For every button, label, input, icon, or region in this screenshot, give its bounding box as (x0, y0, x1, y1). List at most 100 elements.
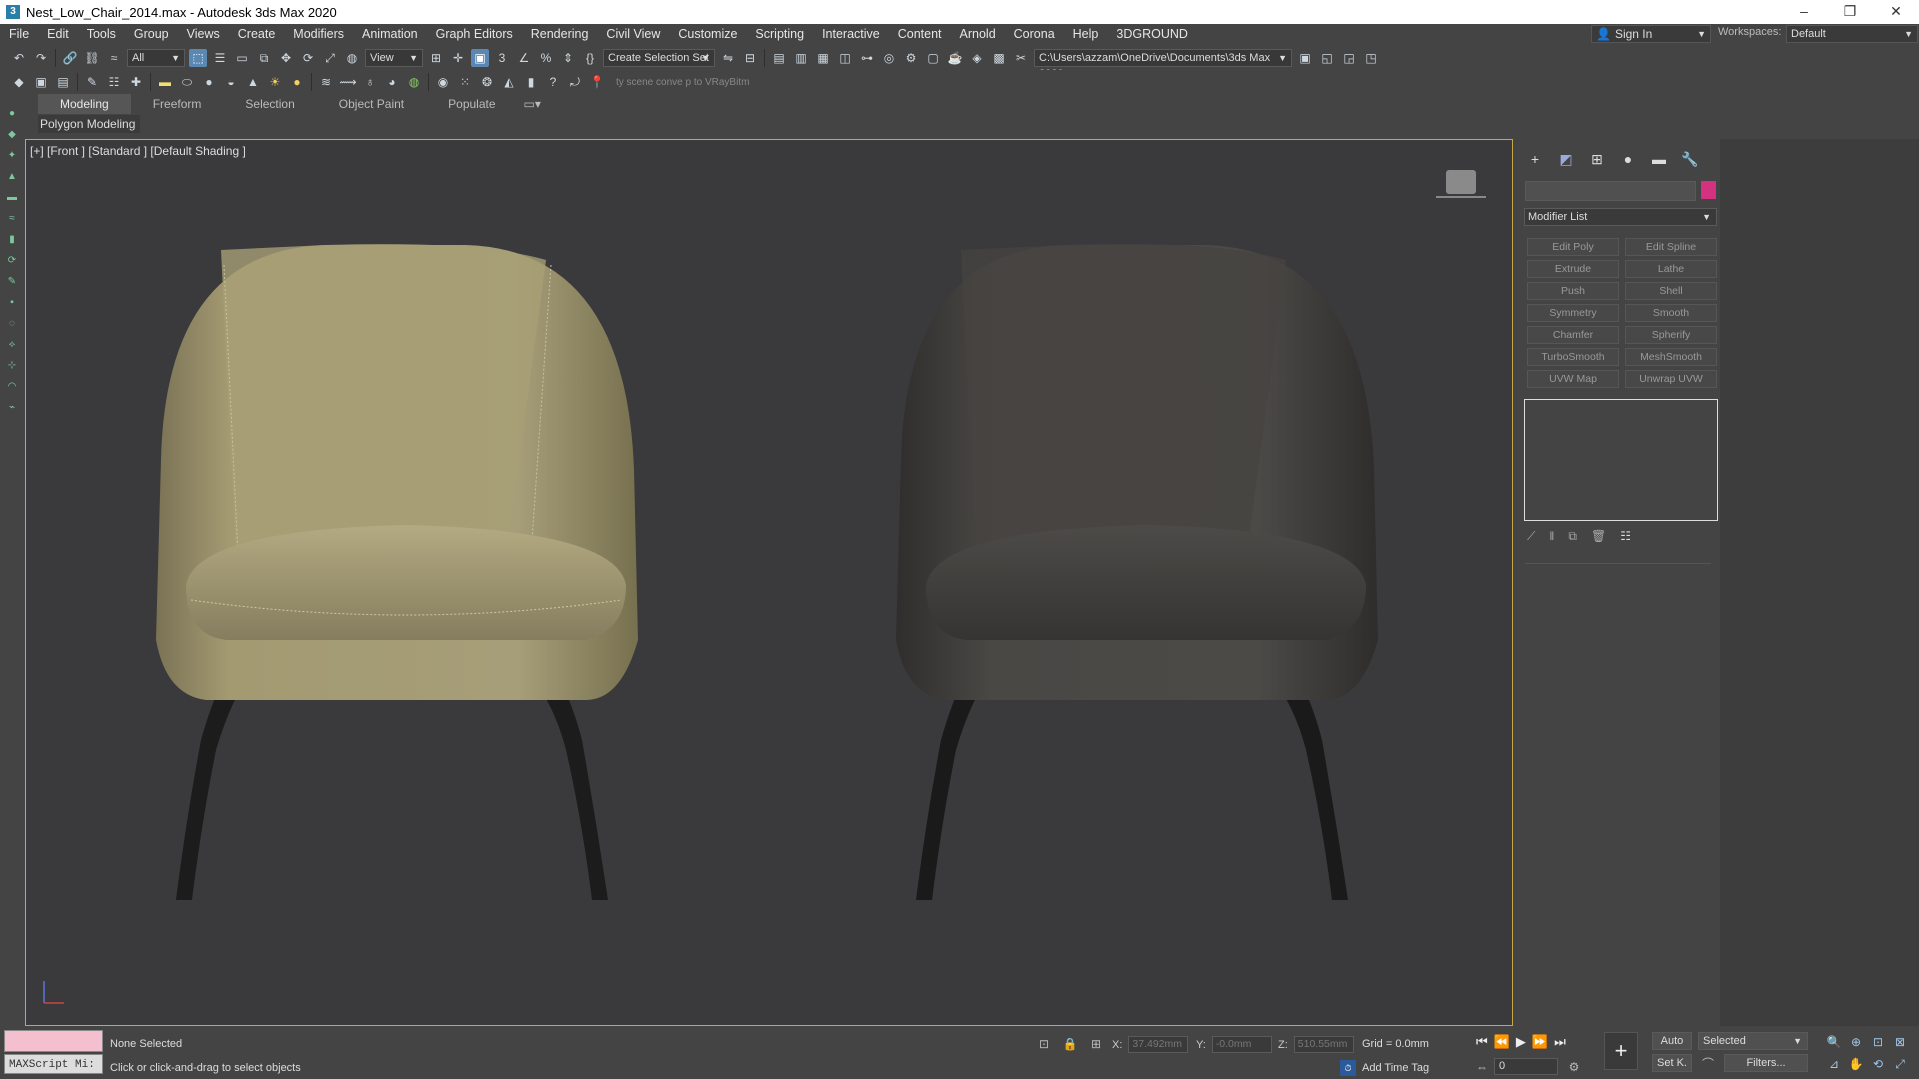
undo-icon[interactable]: ↶ (10, 49, 28, 67)
add-time-tag[interactable]: ⏱ Add Time Tag (1340, 1060, 1429, 1076)
percent-snap-icon[interactable]: % (537, 49, 555, 67)
object-name-field[interactable] (1525, 181, 1696, 201)
time-config-icon[interactable]: ⚙ (1566, 1059, 1582, 1075)
rect-selection-icon[interactable]: ▭ (233, 49, 251, 67)
bind-spacewarp-icon[interactable]: ≈ (105, 49, 123, 67)
project-settings-icon[interactable]: ◳ (1362, 49, 1380, 67)
uvw-map-button[interactable]: UVW Map (1527, 370, 1619, 388)
menu-interactive[interactable]: Interactive (813, 27, 889, 41)
material-icon[interactable]: ◕ (383, 73, 401, 91)
menu-rendering[interactable]: Rendering (522, 27, 598, 41)
key-filters-button[interactable]: Filters... (1724, 1054, 1808, 1072)
menu-corona[interactable]: Corona (1005, 27, 1064, 41)
prev-frame-icon[interactable]: ⏪ (1494, 1034, 1510, 1050)
menu-customize[interactable]: Customize (669, 27, 746, 41)
sign-in-dropdown[interactable]: 👤 Sign In ▼ (1591, 25, 1711, 43)
unlink-icon[interactable]: ⛓ (83, 49, 101, 67)
link-tool-icon[interactable]: ⟡ (5, 338, 19, 352)
ies-icon[interactable]: ◍ (405, 73, 423, 91)
key-filter-dropdown[interactable]: Selected ▼ (1698, 1032, 1808, 1050)
hierarchy-tab-icon[interactable]: ⊞ (1587, 149, 1607, 169)
lock-selection-icon[interactable]: 🔒 (1062, 1036, 1078, 1052)
polygon-modeling-panel[interactable]: Polygon Modeling (38, 115, 140, 133)
create-helpers-icon[interactable]: ▬ (5, 191, 19, 205)
schematic-view-icon[interactable]: ⊶ (858, 49, 876, 67)
menu-content[interactable]: Content (889, 27, 951, 41)
shell-button[interactable]: Shell (1625, 282, 1717, 300)
chamfer-button[interactable]: Chamfer (1527, 326, 1619, 344)
motion-tool-icon[interactable]: ◠ (5, 380, 19, 394)
render-element-icon[interactable]: ◭ (500, 73, 518, 91)
unwrap-uvw-button[interactable]: Unwrap UVW (1625, 370, 1717, 388)
help-icon[interactable]: ? (544, 73, 562, 91)
menu-file[interactable]: File (0, 27, 38, 41)
lathe-button[interactable]: Lathe (1625, 260, 1717, 278)
zoom-icon[interactable]: 🔍 (1826, 1034, 1842, 1050)
push-button[interactable]: Push (1527, 282, 1619, 300)
ribbon-options-icon[interactable]: ▭▾ (518, 94, 547, 114)
goto-start-icon[interactable]: ⏮ (1476, 1034, 1488, 1050)
key-mode-icon[interactable]: ⇔ (1474, 1059, 1490, 1075)
create-shapes-icon[interactable]: ◆ (5, 128, 19, 142)
bucket-icon[interactable]: ▮ (522, 73, 540, 91)
absolute-mode-icon[interactable]: ⊞ (1088, 1036, 1104, 1052)
scissors-icon[interactable]: ✂ (1012, 49, 1030, 67)
scale-tool-icon[interactable]: ▪ (5, 296, 19, 310)
spherify-button[interactable]: Spherify (1625, 326, 1717, 344)
menu-modifiers[interactable]: Modifiers (284, 27, 353, 41)
box-icon[interactable]: ▬ (156, 73, 174, 91)
grid-material-icon[interactable]: ⁙ (456, 73, 474, 91)
sphere-light-icon[interactable]: ● (288, 73, 306, 91)
select-by-name-icon[interactable]: ☰ (211, 49, 229, 67)
selection-set-dropdown[interactable]: Create Selection Set ▼ (603, 49, 715, 67)
project-save-icon[interactable]: ◲ (1340, 49, 1358, 67)
auto-key-button[interactable]: Auto (1652, 1032, 1692, 1050)
convert-icon[interactable]: ⤾ (566, 73, 584, 91)
render-cloud-icon[interactable]: ▩ (990, 49, 1008, 67)
rendered-frame-icon[interactable]: ▢ (924, 49, 942, 67)
link-icon[interactable]: 🔗 (61, 49, 79, 67)
layer-explorer-icon[interactable]: ▥ (792, 49, 810, 67)
menu-graph-editors[interactable]: Graph Editors (427, 27, 522, 41)
tab-freeform[interactable]: Freeform (131, 94, 224, 114)
vray-icon[interactable]: ◆ (10, 73, 28, 91)
remove-modifier-icon[interactable]: 🗑 (1591, 529, 1606, 544)
sun-icon[interactable]: ☀ (266, 73, 284, 91)
edit-poly-button[interactable]: Edit Poly (1527, 238, 1619, 256)
align-icon[interactable]: ⊟ (741, 49, 759, 67)
zoom-extents-all-icon[interactable]: ⊠ (1892, 1034, 1908, 1050)
colorwheel-icon[interactable]: ❂ (478, 73, 496, 91)
zoom-extents-icon[interactable]: ⊡ (1870, 1034, 1886, 1050)
render-icon[interactable]: ☕ (946, 49, 964, 67)
menu-views[interactable]: Views (178, 27, 229, 41)
goto-end-icon[interactable]: ⏭ (1554, 1034, 1566, 1050)
render-setup-icon[interactable]: ⚙ (902, 49, 920, 67)
selection-filter-dropdown[interactable]: All ▼ (127, 49, 185, 67)
vray-light-icon[interactable]: ✎ (83, 73, 101, 91)
scale-icon[interactable]: ⤢ (321, 49, 339, 67)
tab-object-paint[interactable]: Object Paint (317, 94, 426, 114)
menu-create[interactable]: Create (229, 27, 285, 41)
menu-civil-view[interactable]: Civil View (597, 27, 669, 41)
next-frame-icon[interactable]: ⏩ (1532, 1034, 1548, 1050)
vray-cam-icon[interactable]: ✚ (127, 73, 145, 91)
hierarchy-tool-icon[interactable]: ⊹ (5, 359, 19, 373)
move-icon[interactable]: ✥ (277, 49, 295, 67)
field-of-view-icon[interactable]: ⊿ (1826, 1056, 1842, 1072)
angle-snap-icon[interactable]: ∠ (515, 49, 533, 67)
curve-editor-icon[interactable]: ◫ (836, 49, 854, 67)
menu-arnold[interactable]: Arnold (951, 27, 1005, 41)
symmetry-button[interactable]: Symmetry (1527, 304, 1619, 322)
smooth-button[interactable]: Smooth (1625, 304, 1717, 322)
create-geometry-icon[interactable]: ● (5, 107, 19, 121)
edit-named-selection-icon[interactable]: {} (581, 49, 599, 67)
displacement-icon[interactable]: ⟿ (339, 73, 357, 91)
cone-light-icon[interactable]: ▲ (244, 73, 262, 91)
motion-tab-icon[interactable]: ● (1618, 149, 1638, 169)
spinner-snap-icon[interactable]: ⇕ (559, 49, 577, 67)
chair-beige[interactable] (156, 244, 638, 900)
ribbon-toggle-icon[interactable]: ▦ (814, 49, 832, 67)
viewport-front[interactable]: [+] [Front ] [Standard ] [Default Shadin… (25, 139, 1513, 1026)
menu-tools[interactable]: Tools (78, 27, 125, 41)
make-unique-icon[interactable]: ⧉ (1568, 529, 1577, 544)
